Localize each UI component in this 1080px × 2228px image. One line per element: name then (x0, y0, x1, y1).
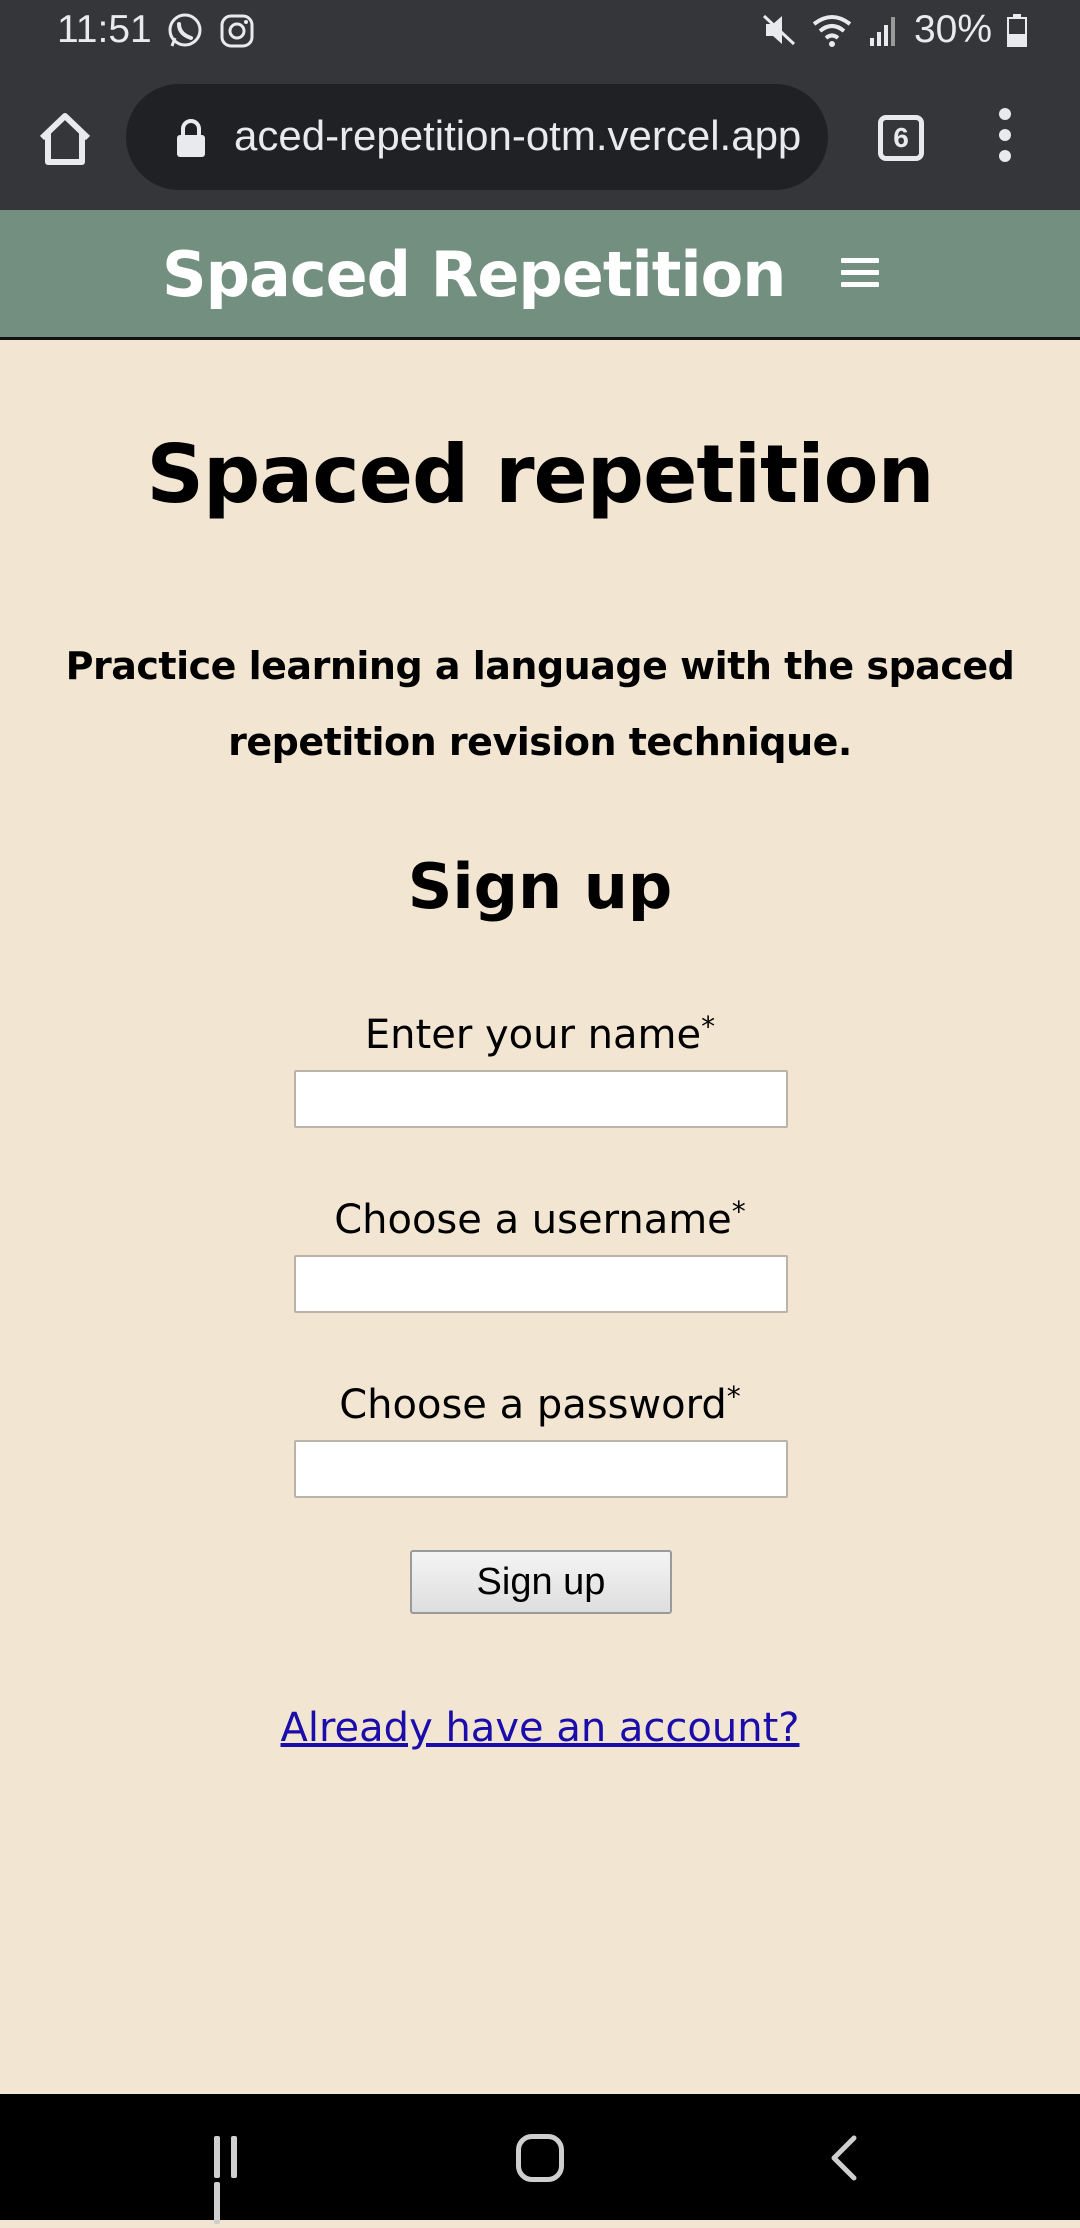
mute-icon (762, 14, 795, 46)
username-input[interactable] (294, 1255, 788, 1313)
signup-form-title: Sign up (407, 850, 673, 923)
lock-icon (177, 119, 205, 157)
system-nav-bar (0, 2094, 1080, 2224)
site-header: Spaced Repetition (0, 210, 1080, 340)
name-label: Enter your name* (0, 1010, 1080, 1058)
status-time: 11:51 (57, 8, 152, 51)
name-label-text: Enter your name (364, 1012, 702, 1058)
required-mark: * (701, 1010, 716, 1043)
password-label-text: Choose a password (339, 1382, 727, 1428)
home-icon[interactable] (30, 104, 100, 174)
url-text[interactable]: aced-repetition-otm.vercel.app (234, 112, 814, 160)
back-icon[interactable] (824, 2134, 864, 2182)
site-title[interactable]: Spaced Repetition (162, 238, 786, 311)
required-mark: * (726, 1380, 741, 1413)
required-mark: * (731, 1195, 746, 1228)
signal-icon (869, 17, 895, 46)
address-bar[interactable]: aced-repetition-otm.vercel.app (126, 84, 828, 190)
hamburger-menu-icon[interactable] (841, 258, 879, 294)
status-bar: 11:51 30% (0, 0, 1080, 64)
name-input[interactable] (294, 1070, 788, 1128)
whatsapp-icon (168, 13, 202, 47)
recents-icon[interactable] (214, 2136, 260, 2224)
instagram-icon (220, 14, 254, 48)
tab-switcher-button[interactable]: 6 (878, 115, 924, 161)
nav-home-icon[interactable] (516, 2134, 564, 2182)
signup-button[interactable]: Sign up (410, 1550, 672, 1614)
password-label: Choose a password* (0, 1380, 1080, 1428)
username-label: Choose a username* (0, 1195, 1080, 1243)
username-label-text: Choose a username (334, 1197, 732, 1243)
browser-toolbar: aced-repetition-otm.vercel.app 6 (0, 64, 1080, 210)
battery-icon (1007, 14, 1027, 47)
login-link[interactable]: Already have an account? (0, 1705, 1080, 1751)
password-input[interactable] (294, 1440, 788, 1498)
wifi-icon (812, 15, 852, 47)
battery-percent: 30% (913, 8, 992, 51)
main-content: Spaced repetition Practice learning a la… (0, 340, 1080, 2094)
status-right-group: 30% (762, 8, 1028, 52)
more-options-icon[interactable] (990, 108, 1020, 168)
page-title: Spaced repetition (146, 428, 934, 521)
tagline: Practice learning a language with the sp… (65, 644, 1015, 764)
